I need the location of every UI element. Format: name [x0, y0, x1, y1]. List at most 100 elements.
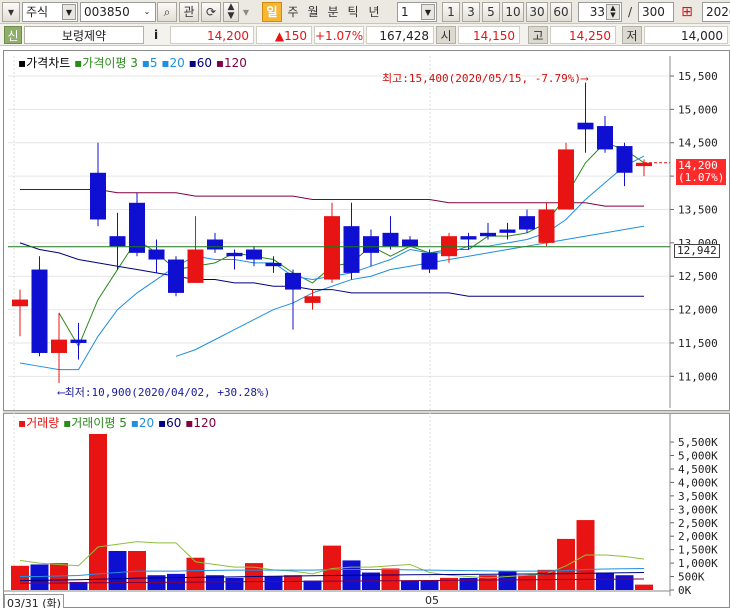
high-annotation-text: 최고:15,400(2020/05/15, -7.79%) [382, 72, 582, 85]
ma5-label: 5 [149, 56, 158, 70]
candle-body [70, 339, 87, 343]
ma120-label: 120 [224, 56, 247, 70]
volume-tick-label: 4,000K [678, 476, 718, 489]
candle-body [343, 226, 360, 273]
price-tick-label: 12,000 [678, 304, 718, 317]
volume-bar [557, 538, 575, 590]
volume-bar [30, 564, 49, 590]
volume-tick-label: 500K [678, 571, 705, 584]
candle-body [421, 252, 438, 270]
candle-body [577, 122, 594, 130]
volume-chart-title: 거래량 [26, 416, 60, 430]
price-tick-label: 14,500 [678, 137, 718, 150]
price-tick-label: 15,000 [678, 103, 718, 116]
volume-bar [635, 584, 653, 590]
ma20-label: 20 [169, 56, 185, 70]
candle-body [187, 249, 204, 283]
candle-body [538, 209, 555, 243]
volume-bar [108, 551, 127, 590]
candle-body [441, 236, 457, 257]
price-axis: 15,50015,00014,50014,00013,50013,00012,5… [669, 56, 718, 408]
volume-tick-label: 2,500K [678, 517, 718, 530]
ma3-label: 3 [130, 56, 138, 70]
volume-bar [401, 580, 419, 590]
price-legend: ▪가격차트 ▪가격이평 3 ▪5 ▪20 ▪60 ▪120 [18, 56, 247, 70]
price-ma-title: 가격이평 [82, 56, 127, 70]
candle-body [51, 339, 67, 353]
x-month-label: 05 [425, 594, 439, 607]
low-annotation: ⟵최저:10,900(2020/04/02, +30.28%) [58, 384, 270, 400]
volume-bars [11, 434, 653, 590]
candle-body [597, 126, 613, 150]
candle-body [402, 239, 418, 247]
volume-bar [264, 576, 283, 590]
candle-body [265, 262, 282, 267]
volume-bar [303, 580, 322, 590]
volume-tick-label: 1,000K [678, 557, 718, 570]
candle-body [12, 299, 28, 307]
x-start-label: 03/31 (화) [4, 594, 64, 608]
volume-tick-label: 5,000K [678, 450, 718, 463]
volume-tick-label: 3,500K [678, 490, 718, 503]
volume-tick-label: 2,000K [678, 530, 718, 543]
price-grid [8, 56, 670, 608]
candle-body [558, 149, 574, 210]
volume-bar [381, 568, 400, 590]
candle-body [324, 216, 340, 280]
vma120-label: 120 [193, 416, 217, 430]
volume-ma-title: 거래이평 [71, 416, 116, 430]
candle-body [480, 232, 496, 237]
candle-body [129, 202, 145, 253]
candle-body [226, 252, 243, 257]
volume-bar [11, 565, 29, 590]
volume-bar [89, 434, 107, 590]
price-tick-label: 13,500 [678, 203, 718, 216]
current-price-box: 14,200 (1.07%) [676, 159, 727, 185]
ref-line-label: 12,942 [674, 244, 720, 258]
vma60-label: 60 [166, 416, 182, 430]
price-tick-label: 15,500 [678, 70, 718, 83]
candle-body [285, 272, 301, 290]
vma20-label: 20 [138, 416, 155, 430]
candle-body [363, 236, 379, 253]
candle-body [304, 296, 321, 303]
volume-bar [596, 572, 614, 590]
ma60-label: 60 [196, 56, 213, 70]
chart-canvas[interactable]: 15,50015,00014,50014,00013,50013,00012,5… [0, 0, 730, 608]
volume-bar [284, 575, 302, 590]
candle-body [109, 236, 126, 247]
volume-tick-label: 4,500K [678, 463, 718, 476]
candlesticks [12, 82, 652, 383]
volume-bar [440, 577, 458, 590]
volume-axis: 5,500K5,000K4,500K4,000K3,500K3,000K2,50… [669, 414, 718, 597]
candle-body [460, 236, 477, 240]
price-tick-label: 11,000 [678, 370, 718, 383]
volume-tick-label: 1,500K [678, 544, 718, 557]
candle-body [636, 162, 652, 167]
arrow-right-icon: ⟶ [581, 72, 588, 85]
volume-tick-label: 0K [678, 584, 692, 597]
volume-bar [225, 577, 244, 590]
price-tick-label: 11,500 [678, 337, 718, 350]
candle-body [90, 172, 106, 220]
candle-body [31, 269, 48, 353]
price-tick-label: 12,500 [678, 270, 718, 283]
volume-tick-label: 3,000K [678, 503, 718, 516]
volume-bar [420, 580, 439, 590]
price-chart-title: 가격차트 [26, 56, 71, 70]
volume-bar [615, 575, 634, 590]
candle-body [207, 239, 223, 250]
candle-body [148, 249, 165, 260]
candle-body [168, 259, 184, 293]
low-annotation-text: 최저:10,900(2020/04/02, +30.28%) [64, 386, 271, 399]
high-annotation: 최고:15,400(2020/05/15, -7.79%)⟶ [382, 70, 588, 86]
arrow-left-icon: ⟵ [58, 386, 65, 399]
candle-body [499, 229, 516, 233]
volume-bar [518, 575, 536, 590]
volume-tick-label: 5,500K [678, 436, 718, 449]
candle-body [382, 232, 399, 247]
candle-body [616, 146, 633, 173]
volume-bar [128, 551, 146, 590]
candle-body [246, 249, 262, 260]
current-pct-label: (1.07%) [678, 171, 725, 184]
